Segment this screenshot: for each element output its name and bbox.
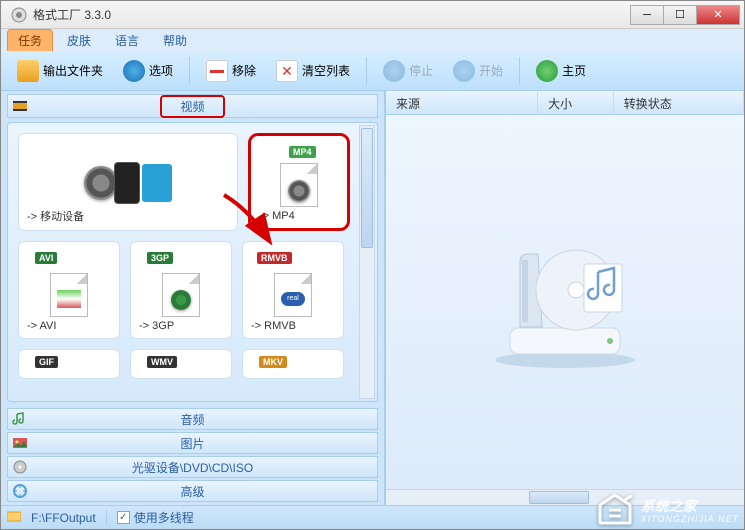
avi-badge: AVI [35, 252, 57, 264]
video-icon [12, 98, 28, 114]
output-folder-label: 输出文件夹 [43, 62, 103, 79]
category-picture-label: 图片 [180, 435, 204, 452]
category-disc[interactable]: 光驱设备\DVD\CD\ISO [7, 456, 378, 478]
start-button[interactable]: 开始 [445, 57, 511, 85]
app-icon [11, 7, 27, 23]
tile-3gp[interactable]: 3GP -> 3GP [130, 241, 232, 339]
col-source[interactable]: 来源 [386, 91, 538, 114]
mp4-thumb [269, 160, 329, 210]
category-disc-label: 光驱设备\DVD\CD\ISO [132, 459, 253, 476]
advanced-icon [12, 483, 28, 499]
tile-avi-label: -> AVI [19, 320, 56, 332]
separator [519, 57, 520, 85]
tile-mobile[interactable]: -> 移动设备 [18, 133, 238, 231]
main-body: 视频 -> 移动设备 MP4 [1, 91, 744, 505]
menu-skin[interactable]: 皮肤 [57, 30, 101, 51]
scrollbar-thumb[interactable] [361, 128, 373, 248]
output-folder-button[interactable]: 输出文件夹 [9, 57, 111, 85]
picture-icon [12, 435, 28, 451]
task-list-header: 来源 大小 转换状态 [386, 91, 744, 115]
clear-icon: ✕ [276, 60, 298, 82]
col-status[interactable]: 转换状态 [614, 91, 744, 114]
3gp-thumb [151, 270, 211, 320]
separator [366, 57, 367, 85]
home-label: 主页 [562, 62, 586, 79]
menu-bar: 任务 皮肤 语言 帮助 [1, 29, 744, 51]
output-path[interactable]: F:\FFOutput [31, 511, 96, 525]
menu-lang[interactable]: 语言 [105, 30, 149, 51]
tile-grid: -> 移动设备 MP4 -> MP4 AVI -> AVI [18, 133, 353, 379]
maximize-button[interactable]: ☐ [663, 5, 697, 25]
preview-placeholder-icon [480, 232, 650, 372]
disc-icon [12, 459, 28, 475]
menu-help[interactable]: 帮助 [153, 30, 197, 51]
status-bar: F:\FFOutput ✓ 使用多线程 [1, 505, 744, 529]
tile-rmvb-label: -> RMVB [243, 320, 296, 332]
window-title: 格式工厂 3.3.0 [33, 6, 631, 23]
clear-button[interactable]: ✕ 清空列表 [268, 57, 358, 85]
category-video[interactable]: 视频 [7, 94, 378, 118]
options-label: 选项 [149, 62, 173, 79]
toolbar: 输出文件夹 选项 移除 ✕ 清空列表 停止 开始 主页 [1, 51, 744, 91]
gif-badge: GIF [35, 356, 58, 368]
right-panel: 来源 大小 转换状态 [386, 91, 744, 505]
tile-mkv[interactable]: MKV [242, 349, 344, 379]
minimize-button[interactable]: ─ [630, 5, 664, 25]
wmv-badge: WMV [147, 356, 177, 368]
start-icon [453, 60, 475, 82]
multithread-label: 使用多线程 [134, 509, 194, 526]
stop-label: 停止 [409, 62, 433, 79]
horizontal-scrollbar[interactable] [386, 489, 744, 505]
vertical-scrollbar[interactable] [359, 125, 375, 399]
folder-small-icon [7, 510, 21, 525]
col-size[interactable]: 大小 [538, 91, 614, 114]
3gp-badge: 3GP [147, 252, 173, 264]
multithread-checkbox[interactable]: ✓ 使用多线程 [117, 509, 194, 526]
audio-icon [12, 411, 28, 427]
tile-mp4-label: -> MP4 [251, 210, 295, 222]
tile-3gp-label: -> 3GP [131, 320, 174, 332]
close-button[interactable]: ✕ [696, 5, 740, 25]
mkv-badge: MKV [259, 356, 287, 368]
checkbox-icon: ✓ [117, 511, 130, 524]
format-scroll-area: -> 移动设备 MP4 -> MP4 AVI -> AVI [7, 122, 378, 402]
remove-label: 移除 [232, 62, 256, 79]
remove-button[interactable]: 移除 [198, 57, 264, 85]
options-button[interactable]: 选项 [115, 57, 181, 85]
rmvb-thumb: real [263, 270, 323, 320]
tile-rmvb[interactable]: RMVB real -> RMVB [242, 241, 344, 339]
left-panel: 视频 -> 移动设备 MP4 [1, 91, 386, 505]
category-audio[interactable]: 音频 [7, 408, 378, 430]
scrollbar-thumb[interactable] [529, 491, 589, 504]
tile-avi[interactable]: AVI -> AVI [18, 241, 120, 339]
title-bar[interactable]: 格式工厂 3.3.0 ─ ☐ ✕ [1, 1, 744, 29]
globe-icon [536, 60, 558, 82]
category-video-label: 视频 [160, 95, 224, 118]
tile-mobile-label: -> 移动设备 [19, 208, 84, 224]
category-picture[interactable]: 图片 [7, 432, 378, 454]
clear-label: 清空列表 [302, 62, 350, 79]
remove-icon [206, 60, 228, 82]
app-window: 格式工厂 3.3.0 ─ ☐ ✕ 任务 皮肤 语言 帮助 输出文件夹 选项 移除… [0, 0, 745, 530]
category-advanced[interactable]: 高级 [7, 480, 378, 502]
tile-mp4[interactable]: MP4 -> MP4 [248, 133, 350, 231]
folder-icon [17, 60, 39, 82]
separator [189, 57, 190, 85]
stop-button[interactable]: 停止 [375, 57, 441, 85]
menu-task[interactable]: 任务 [7, 29, 53, 52]
tile-gif[interactable]: GIF [18, 349, 120, 379]
stop-icon [383, 60, 405, 82]
rmvb-badge: RMVB [257, 252, 292, 264]
category-audio-label: 音频 [180, 411, 204, 428]
tile-wmv[interactable]: WMV [130, 349, 232, 379]
avi-thumb [39, 270, 99, 320]
options-icon [123, 60, 145, 82]
mobile-thumb [58, 158, 198, 208]
category-advanced-label: 高级 [180, 483, 204, 500]
home-button[interactable]: 主页 [528, 57, 594, 85]
preview-pane [386, 115, 744, 489]
mp4-badge: MP4 [289, 146, 316, 158]
start-label: 开始 [479, 62, 503, 79]
